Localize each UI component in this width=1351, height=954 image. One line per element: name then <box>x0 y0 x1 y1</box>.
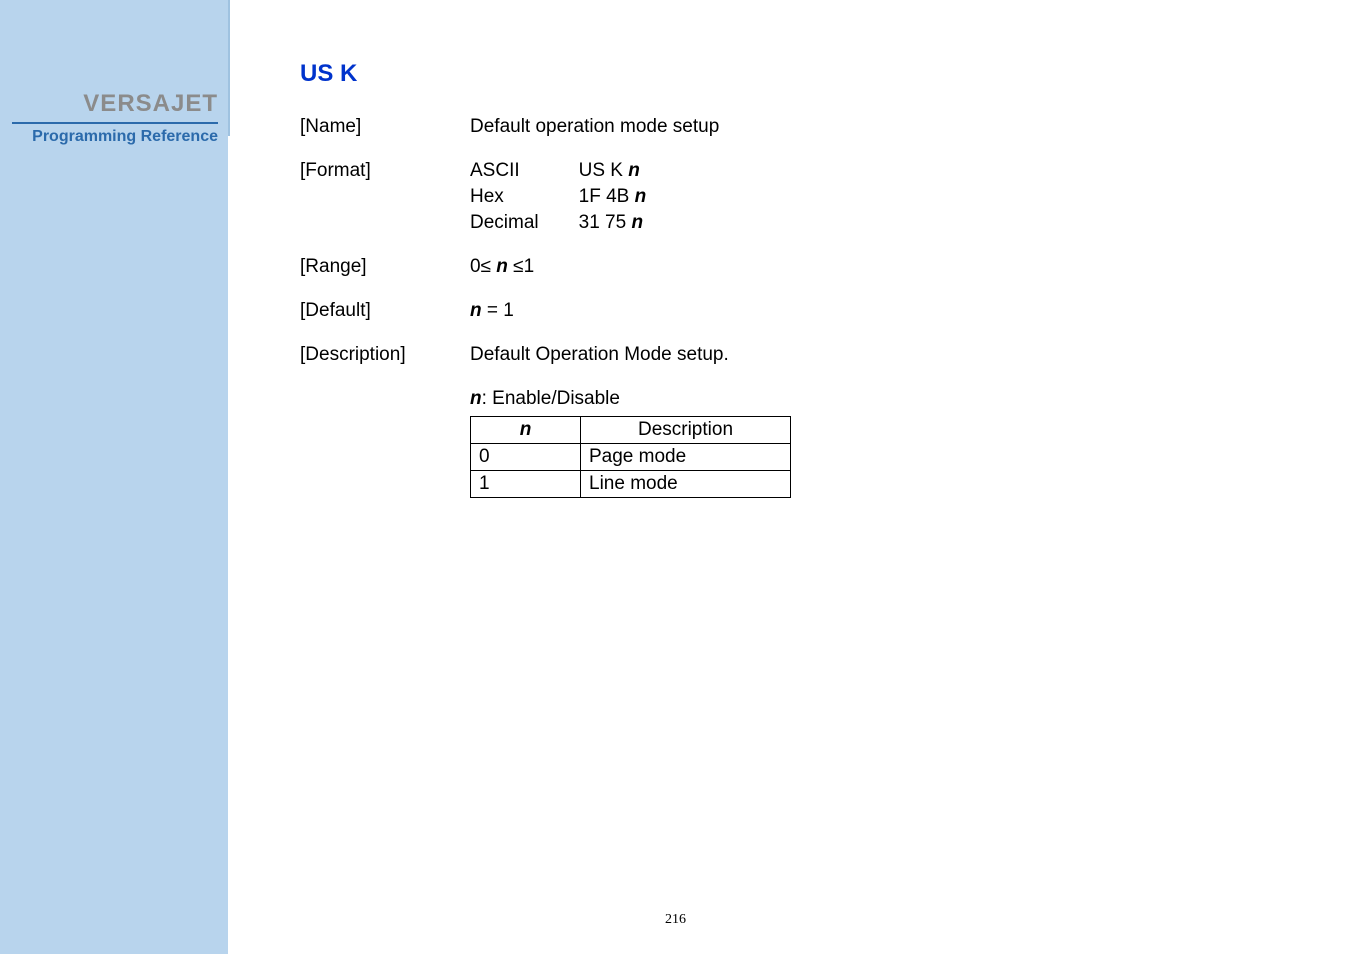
row-range: [Range] 0≤ n ≤1 <box>300 256 1100 278</box>
content-area: US K [Name] Default operation mode setup… <box>300 60 1100 498</box>
col-n: n <box>471 417 581 444</box>
cell-desc: Page mode <box>581 444 791 471</box>
row-format: [Format] ASCII Hex Decimal US K n 1F 4B … <box>300 160 1100 234</box>
enable-table: n Description 0 Page mode 1 Line mode <box>470 416 791 498</box>
cell-n: 0 <box>471 444 581 471</box>
table-head-row: n Description <box>471 417 791 444</box>
fmt-decimal-val: 31 75 n <box>579 212 647 234</box>
label-name: [Name] <box>300 116 470 138</box>
fmt-hex: Hex <box>470 186 539 208</box>
label-description: [Description] <box>300 344 470 366</box>
label-default: [Default] <box>300 300 470 322</box>
table-row: 1 Line mode <box>471 471 791 498</box>
sidebar: VERSAJET Programming Reference <box>0 0 228 954</box>
fmt-ascii-val: US K n <box>579 160 647 182</box>
brand-underline <box>12 122 218 124</box>
value-description: Default Operation Mode setup. <box>470 344 1100 366</box>
value-range: 0≤ n ≤1 <box>470 256 1100 278</box>
label-range: [Range] <box>300 256 470 278</box>
row-description: [Description] Default Operation Mode set… <box>300 344 1100 366</box>
row-name: [Name] Default operation mode setup <box>300 116 1100 138</box>
command-title: US K <box>300 60 1100 88</box>
fmt-decimal: Decimal <box>470 212 539 234</box>
table-caption: n: Enable/Disable <box>470 388 1100 410</box>
page-number: 216 <box>665 912 686 928</box>
format-col-type: ASCII Hex Decimal <box>470 160 539 234</box>
table-row: 0 Page mode <box>471 444 791 471</box>
cell-desc: Line mode <box>581 471 791 498</box>
label-format: [Format] <box>300 160 470 234</box>
fmt-ascii: ASCII <box>470 160 539 182</box>
vertical-divider <box>228 0 230 136</box>
fmt-hex-val: 1F 4B n <box>579 186 647 208</box>
format-col-value: US K n 1F 4B n 31 75 n <box>579 160 647 234</box>
value-default: n = 1 <box>470 300 1100 322</box>
sidebar-subtitle: Programming Reference <box>0 128 218 146</box>
cell-n: 1 <box>471 471 581 498</box>
value-name: Default operation mode setup <box>470 116 1100 138</box>
brand-name: VERSAJET <box>0 90 218 118</box>
page: VERSAJET Programming Reference US K [Nam… <box>0 0 1351 954</box>
col-description: Description <box>581 417 791 444</box>
value-format: ASCII Hex Decimal US K n 1F 4B n 31 75 n <box>470 160 1100 234</box>
row-default: [Default] n = 1 <box>300 300 1100 322</box>
